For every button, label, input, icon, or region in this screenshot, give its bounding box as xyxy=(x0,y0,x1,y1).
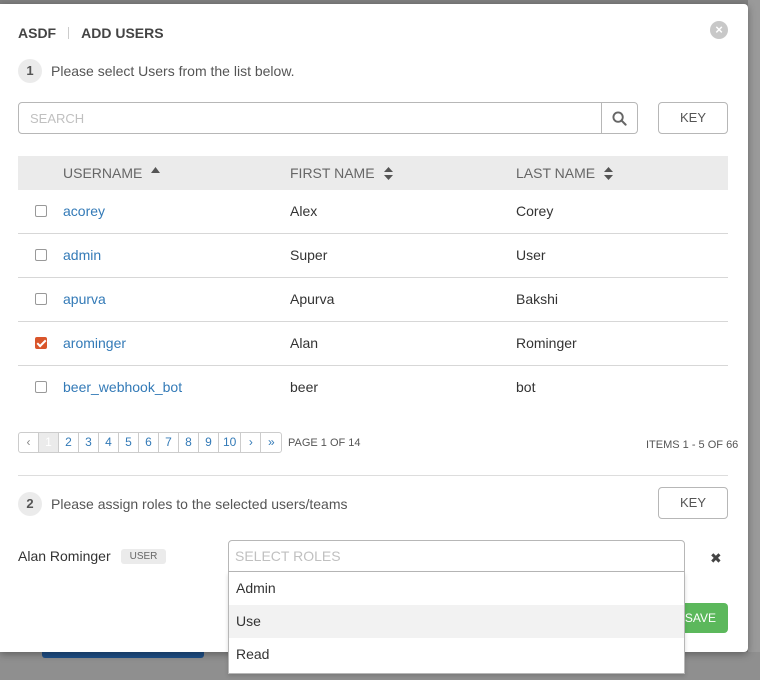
save-button[interactable]: SAVE xyxy=(684,603,728,633)
first-name: Alex xyxy=(290,203,318,219)
close-icon[interactable]: × xyxy=(710,21,728,39)
last-name: Bakshi xyxy=(516,291,559,307)
key-button[interactable]: KEY xyxy=(658,487,728,519)
roles-select[interactable]: SELECT ROLES xyxy=(228,540,685,572)
add-users-modal: ASDF ADD USERS × 1 Please select Users f… xyxy=(0,4,748,652)
role-option-highlighted[interactable]: Use xyxy=(229,605,684,638)
first-name: Alan xyxy=(290,335,319,351)
pagination-page[interactable]: 5 xyxy=(119,433,139,452)
selected-user: Alan Rominger USER xyxy=(18,548,167,564)
pagination-page[interactable]: 8 xyxy=(179,433,199,452)
username-link[interactable]: arominger xyxy=(63,335,126,351)
remove-user-icon[interactable]: ✖ xyxy=(710,550,722,567)
column-first-name[interactable]: FIRST NAME xyxy=(290,165,393,181)
key-button[interactable]: KEY xyxy=(658,102,728,134)
pagination-next[interactable]: › xyxy=(241,433,262,452)
selected-user-name: Alan Rominger xyxy=(18,548,111,564)
table-row: apurva Apurva Bakshi xyxy=(18,278,728,322)
step-2: 2 Please assign roles to the selected us… xyxy=(18,492,348,516)
pagination-page-current[interactable]: 1 xyxy=(39,433,59,452)
pagination-page[interactable]: 2 xyxy=(59,433,79,452)
table-row: beer_webhook_bot beer bot xyxy=(18,366,728,410)
row-checkbox-checked[interactable] xyxy=(35,337,47,349)
row-checkbox[interactable] xyxy=(35,381,47,393)
step-number: 1 xyxy=(18,59,42,83)
roles-placeholder: SELECT ROLES xyxy=(235,548,341,564)
role-option[interactable]: Admin xyxy=(229,572,684,605)
pagination-page[interactable]: 4 xyxy=(99,433,119,452)
pagination: ‹ 1 2 3 4 5 6 7 8 9 10 › » xyxy=(18,432,283,453)
username-link[interactable]: apurva xyxy=(63,291,106,307)
row-checkbox[interactable] xyxy=(35,293,47,305)
column-username[interactable]: USERNAME xyxy=(63,165,161,181)
pagination-last[interactable]: » xyxy=(261,433,281,452)
modal-title: ADD USERS xyxy=(81,25,164,41)
username-link[interactable]: acorey xyxy=(63,203,105,219)
first-name: Super xyxy=(290,247,328,263)
last-name: Rominger xyxy=(516,335,577,351)
step-1: 1 Please select Users from the list belo… xyxy=(18,59,295,83)
table-row: admin Super User xyxy=(18,234,728,278)
username-link[interactable]: beer_webhook_bot xyxy=(63,379,182,395)
table-row: arominger Alan Rominger xyxy=(18,322,728,366)
column-last-name[interactable]: LAST NAME xyxy=(516,165,614,181)
pagination-page[interactable]: 10 xyxy=(219,433,242,452)
header-separator xyxy=(68,27,70,39)
username-link[interactable]: admin xyxy=(63,247,101,263)
pagination-page[interactable]: 7 xyxy=(159,433,179,452)
sort-ascending-icon xyxy=(151,167,161,173)
step-instruction: Please assign roles to the selected user… xyxy=(51,496,348,512)
step-instruction: Please select Users from the list below. xyxy=(51,63,295,79)
role-option[interactable]: Read xyxy=(229,638,684,671)
roles-dropdown: Admin Use Read xyxy=(228,572,685,674)
org-name: ASDF xyxy=(18,25,57,41)
table-row: acorey Alex Corey xyxy=(18,190,728,234)
first-name: Apurva xyxy=(290,291,335,307)
pagination-page[interactable]: 9 xyxy=(199,433,219,452)
items-count: ITEMS 1 - 5 OF 66 xyxy=(646,439,739,451)
pagination-page[interactable]: 3 xyxy=(79,433,99,452)
search-input[interactable] xyxy=(19,103,601,133)
last-name: Corey xyxy=(516,203,554,219)
row-checkbox[interactable] xyxy=(35,205,47,217)
first-name: beer xyxy=(290,379,319,395)
section-divider xyxy=(18,475,728,476)
search-bar xyxy=(18,102,638,134)
user-type-badge: USER xyxy=(120,548,167,564)
sort-icon xyxy=(604,166,614,180)
search-icon xyxy=(612,110,627,126)
table-header: USERNAME FIRST NAME LAST NAME xyxy=(18,156,728,190)
page-indicator: PAGE 1 OF 14 xyxy=(288,437,361,449)
row-checkbox[interactable] xyxy=(35,249,47,261)
sort-icon xyxy=(383,166,393,180)
background-page-edge xyxy=(748,0,760,680)
pagination-page[interactable]: 6 xyxy=(139,433,159,452)
last-name: User xyxy=(516,247,546,263)
search-button[interactable] xyxy=(601,103,637,133)
pagination-prev[interactable]: ‹ xyxy=(19,433,39,452)
last-name: bot xyxy=(516,379,536,395)
step-number: 2 xyxy=(18,492,42,516)
modal-header: ASDF ADD USERS xyxy=(18,22,164,44)
